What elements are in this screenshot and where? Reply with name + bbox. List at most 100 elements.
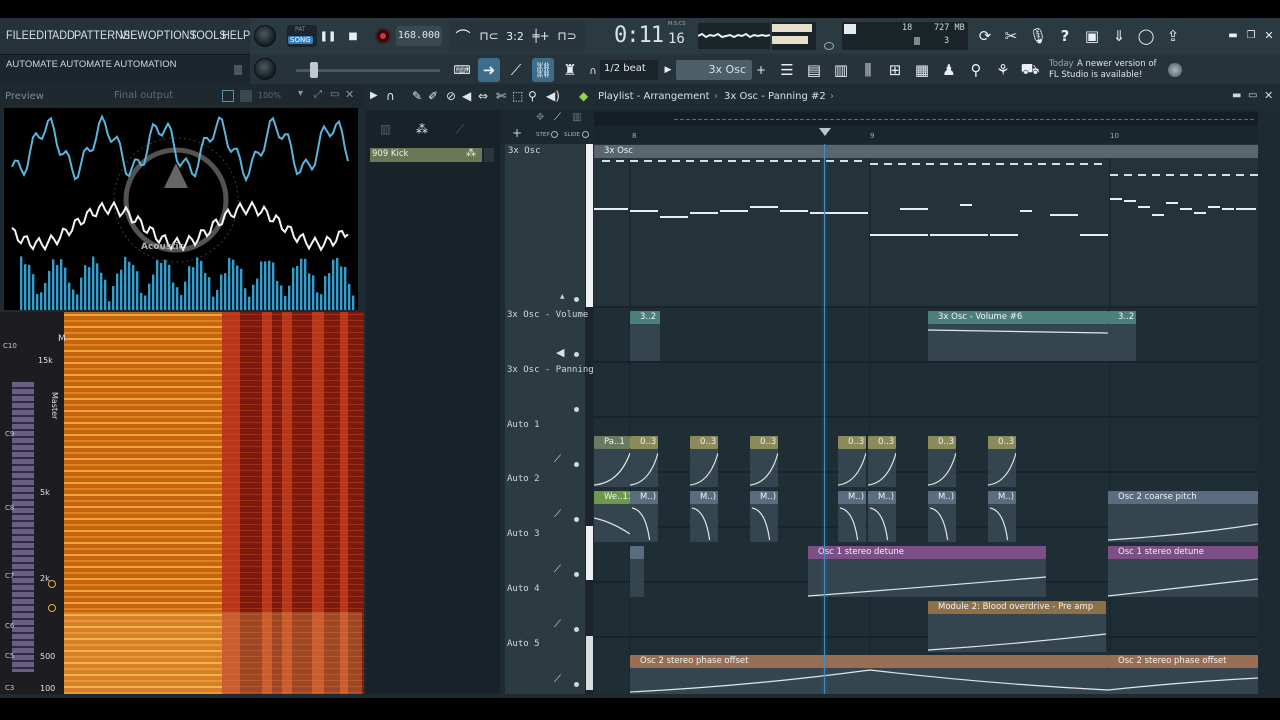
news-panel[interactable]: Today A newer version of FL Studio is av… [1044, 58, 1162, 84]
track-4-automation-icon[interactable]: ⟋ [554, 454, 561, 465]
preview-lock-icon[interactable] [222, 90, 234, 102]
track-2-speaker-icon[interactable]: ◀ [556, 346, 564, 359]
playback-tool-icon[interactable]: ◀) [546, 89, 560, 103]
clip-volume-b[interactable]: 3x Osc - Volume #6 [928, 311, 1108, 324]
channel-add-icon[interactable]: + [754, 60, 768, 80]
clip-osc2-phase-offset-b[interactable]: Osc 2 stereo phase offset [1108, 655, 1258, 668]
clip-volume-c[interactable]: 3..2 [1108, 311, 1136, 324]
clip-auto2-8[interactable]: M..) [988, 491, 1016, 504]
countdown-icon[interactable]: 3:2 [504, 26, 526, 46]
track-name-8[interactable]: Auto 5 [507, 639, 540, 649]
track-name-3[interactable]: 3x Osc - Panning [507, 365, 594, 375]
touch-keyboard-icon[interactable]: ⚲ [965, 58, 987, 82]
play-pause-button[interactable]: ❚❚ [318, 26, 338, 46]
playhead-marker-icon[interactable] [819, 128, 831, 136]
metronome-icon[interactable]: ⌒ [452, 26, 474, 46]
clip-auto2-6[interactable]: M..) [868, 491, 896, 504]
menu-edit[interactable]: EDIT [29, 28, 54, 42]
menu-tools[interactable]: TOOLS [190, 28, 226, 42]
clip-auto1-3[interactable]: 0..3 [690, 436, 718, 449]
globe-icon[interactable] [1168, 63, 1182, 77]
playlist-options-icon[interactable]: ▶ [370, 90, 378, 101]
playlist-vscroll[interactable] [1258, 110, 1280, 694]
track-7-led[interactable] [574, 627, 579, 632]
clip-auto2-1[interactable]: We..11 [594, 491, 630, 504]
clip-auto2-7[interactable]: M..) [928, 491, 956, 504]
select-tool-icon[interactable]: ⬚ [512, 89, 523, 103]
shop-icon[interactable]: ⛟ [1019, 58, 1041, 82]
picker-scrollbar[interactable] [484, 148, 494, 162]
typing-keyboard-icon[interactable]: ⌨ [452, 60, 472, 80]
picker-automation-icon[interactable]: ⟋ [456, 122, 464, 137]
paint-tool-icon[interactable]: ✐ [428, 89, 438, 103]
track-1-led[interactable] [574, 297, 579, 302]
picker-audio-icon[interactable]: ⁂ [416, 122, 428, 136]
track-6-automation-icon[interactable]: ⟋ [554, 564, 561, 575]
playlist-maximize-icon[interactable]: ▭ [1248, 90, 1257, 101]
track-7-automation-icon[interactable]: ⟋ [554, 619, 561, 630]
slice-tool-icon[interactable]: ✄ [496, 89, 506, 103]
preview-menu-icon[interactable]: ▾ [298, 88, 303, 99]
clip-pattern-header[interactable]: 3x Osc [594, 145, 1258, 158]
stop-button[interactable]: ■ [343, 26, 363, 46]
track-3-led[interactable] [574, 407, 579, 412]
mute-tool-icon[interactable]: ◀ [462, 89, 471, 103]
track-name-1[interactable]: 3x Osc [508, 146, 541, 156]
snap-selector[interactable]: 1/2 beat [600, 60, 658, 80]
channel-prev-icon[interactable]: ▶ [662, 62, 674, 78]
restore-window-icon[interactable]: ❐ [1244, 28, 1258, 42]
menu-view[interactable]: VIEW [120, 28, 148, 42]
wait-input-icon[interactable]: ⊓⊂ [478, 26, 500, 46]
track-name-6[interactable]: Auto 3 [507, 529, 540, 539]
loop-record-icon[interactable]: ⊓⊃ [556, 26, 578, 46]
arrangement-grid[interactable]: 3x Osc 3..2 3x Osc - Volume #6 3..2 Pa..… [594, 144, 1258, 694]
time-display[interactable]: 0:11 16 M:S:CS [606, 21, 692, 51]
master-volume-knob[interactable] [254, 25, 276, 47]
picker-pattern-icon[interactable]: ▥ [380, 122, 391, 136]
clip-osc1-stereo-detune-b[interactable]: Osc 1 stereo detune [1108, 546, 1258, 559]
clip-auto1-6[interactable]: 0..3 [868, 436, 896, 449]
master-pitch-knob[interactable] [254, 58, 276, 80]
spectro-knob-icon[interactable] [48, 580, 56, 588]
clip-osc2-phase-offset-a[interactable]: Osc 2 stereo phase offset [630, 655, 1108, 668]
channel-selector[interactable]: 3x Osc [676, 60, 752, 80]
timeline-ruler[interactable]: 8 9 10 [594, 110, 1258, 144]
playlist-icon[interactable]: ☰ [776, 58, 798, 82]
preview-detach-icon[interactable]: ⤢ [314, 89, 322, 100]
menu-file[interactable]: FILE [6, 28, 29, 42]
track-name-2[interactable]: 3x Osc - Volume [507, 310, 588, 320]
preview-maximize-icon[interactable]: ▭ [330, 89, 339, 100]
clip-auto2-2[interactable]: M..) [630, 491, 658, 504]
menu-add[interactable]: ADD [52, 28, 75, 42]
playlist-close-icon[interactable]: ✕ [1264, 89, 1273, 102]
record-button[interactable] [375, 28, 391, 44]
piano-roll-icon[interactable]: ▤ [803, 58, 825, 82]
track-8-automation-icon[interactable]: ⟋ [554, 674, 561, 685]
breadcrumb-playlist[interactable]: Playlist - Arrangement [598, 91, 710, 102]
breadcrumb-clip[interactable]: 3x Osc - Panning #2 [724, 91, 826, 102]
zoom-tool-icon[interactable]: ⚲ [528, 89, 537, 103]
project-icon[interactable]: ▦ [911, 58, 933, 82]
track-2-led[interactable] [574, 352, 579, 357]
track-piano-icon[interactable]: ▥ [572, 112, 581, 123]
track-1-collapse-icon[interactable]: ▲ [560, 293, 565, 300]
track-view-icon[interactable]: ✥ [536, 112, 544, 123]
clip-auto1-4[interactable]: 0..3 [750, 436, 778, 449]
clip-osc2-coarse-pitch[interactable]: Osc 2 coarse pitch [1108, 491, 1258, 504]
clip-osc1-stereo-detune-a[interactable]: Osc 1 stereo detune [808, 546, 1046, 559]
clip-auto3-short-body[interactable] [630, 559, 644, 597]
clip-auto1-1[interactable]: Pa..1 [594, 436, 630, 449]
clip-auto1-7[interactable]: 0..3 [928, 436, 956, 449]
track-name-7[interactable]: Auto 4 [507, 584, 540, 594]
menu-help[interactable]: HELP [222, 28, 250, 42]
cut-icon[interactable]: ✂ [1000, 25, 1022, 47]
track-5-led[interactable] [574, 517, 579, 522]
channel-rack-icon[interactable]: ▥ [830, 58, 852, 82]
clip-auto2-3[interactable]: M..) [690, 491, 718, 504]
mixer-icon[interactable]: ⫼ [857, 58, 879, 82]
clip-auto2-4[interactable]: M..) [750, 491, 778, 504]
draw-icon[interactable]: ⟋ [506, 60, 526, 80]
preview-mode-icon[interactable] [240, 90, 252, 102]
chat-icon[interactable]: ◯ [1135, 25, 1157, 47]
slide-toggle[interactable] [582, 131, 589, 138]
